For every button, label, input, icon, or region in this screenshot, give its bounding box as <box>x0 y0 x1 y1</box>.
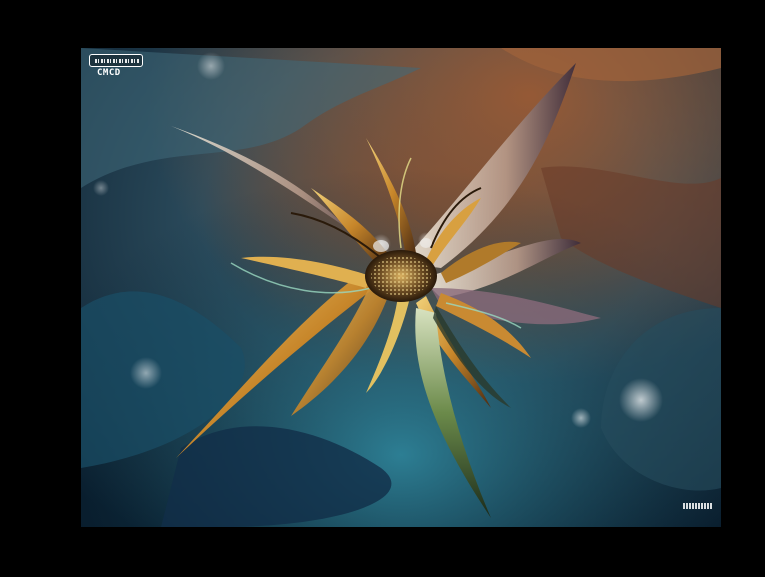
flower-artwork-svg <box>81 48 721 527</box>
logo-badge <box>89 54 143 67</box>
artist-signature-mark <box>683 503 713 509</box>
cmcd-logo: CMCD <box>89 54 145 82</box>
black-frame: CMCD <box>0 0 765 577</box>
logo-badge-lettering <box>95 59 139 63</box>
flower-artwork: CMCD <box>81 48 721 527</box>
logo-text: CMCD <box>97 68 121 78</box>
